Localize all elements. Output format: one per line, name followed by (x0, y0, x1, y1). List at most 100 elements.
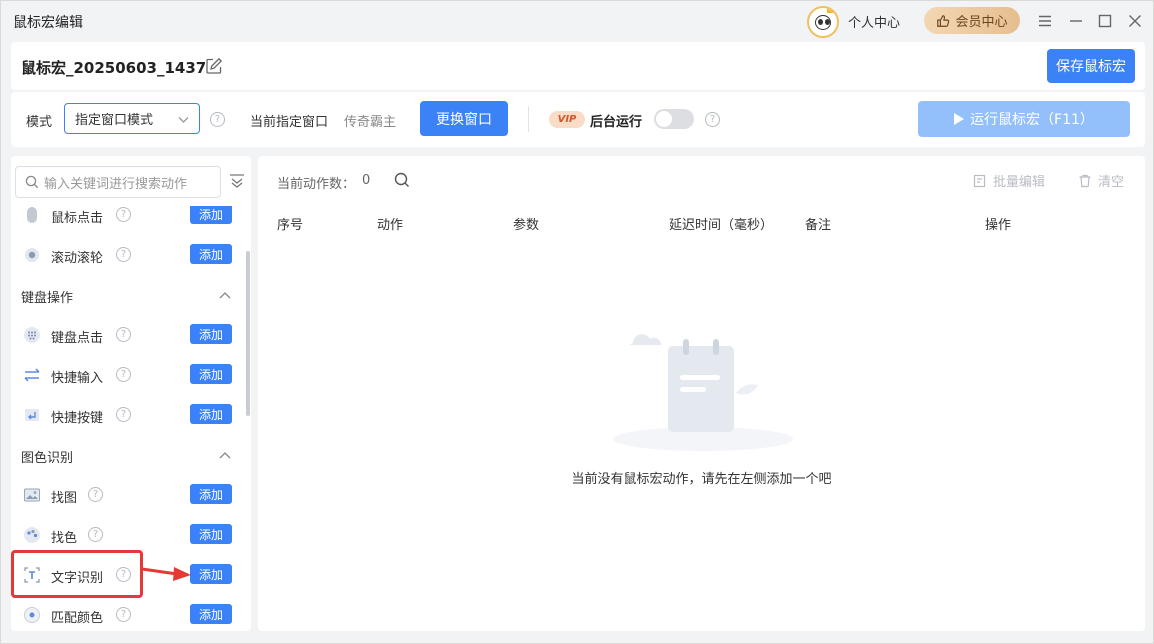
help-icon[interactable]: ? (116, 207, 131, 222)
close-button[interactable] (1125, 11, 1145, 31)
action-item-label: 找图 (51, 491, 78, 506)
mode-label: 模式 (26, 115, 53, 130)
column-header: 备注 (805, 218, 832, 233)
help-icon[interactable]: ? (116, 247, 131, 262)
trash-icon (1079, 174, 1091, 187)
vip-badge: VIP (549, 111, 585, 128)
current-window-value: 传奇霸主 (344, 115, 397, 130)
mode-bar: 模式 指定窗口模式 ? 当前指定窗口 传奇霸主 更换窗口 VIP 后台运行 ? … (11, 92, 1145, 147)
help-icon[interactable]: ? (116, 607, 131, 622)
image-icon (24, 488, 40, 502)
add-button[interactable]: 添加 (190, 244, 232, 264)
mouse-icon (27, 207, 37, 223)
add-button[interactable]: 添加 (190, 206, 232, 224)
run-macro-label: 运行鼠标宏（F11） (970, 112, 1094, 128)
maximize-icon (1098, 14, 1112, 28)
column-header: 动作 (377, 218, 404, 233)
action-item-hotkey: 快捷按键 ? 添加 (11, 395, 245, 435)
highlight-box (11, 550, 143, 598)
member-center-button[interactable]: 会员中心 (924, 7, 1020, 34)
action-item-mouse-click: 鼠标点击 ? 添加 (11, 206, 245, 235)
batch-edit-button[interactable]: 批量编辑 (973, 171, 1045, 190)
action-item-scroll-wheel: 滚动滚轮 ? 添加 (11, 235, 245, 275)
quick-input-icon (24, 368, 40, 382)
help-icon[interactable]: ? (116, 407, 131, 422)
mode-select[interactable]: 指定窗口模式 (64, 103, 200, 134)
action-search-input[interactable]: 输入关键词进行搜索动作 (15, 166, 221, 198)
action-count-label: 当前动作数： (277, 177, 356, 192)
action-item-find-image: 找图 ? 添加 (11, 475, 245, 515)
crown-icon (827, 8, 836, 13)
action-item-match-color: 匹配颜色 ? 添加 (11, 595, 245, 631)
hotkey-icon (25, 409, 39, 421)
menu-button[interactable] (1035, 11, 1055, 31)
scrollbar[interactable] (246, 251, 250, 416)
clear-label: 清空 (1098, 175, 1125, 190)
keyboard-icon (24, 327, 40, 343)
thumbs-up-icon (937, 14, 950, 27)
collapse-all-icon[interactable] (229, 173, 245, 189)
personal-center-link[interactable]: 个人中心 (848, 12, 900, 31)
action-item-find-color: 找色 ? 添加 (11, 515, 245, 555)
minimize-button[interactable] (1066, 11, 1086, 31)
macro-editor-window: 鼠标宏编辑 个人中心 会员中心 鼠标宏_20250603_1437 保存鼠标宏 … (0, 0, 1154, 644)
menu-icon (1039, 15, 1051, 27)
play-icon (954, 113, 965, 125)
change-window-button[interactable]: 更换窗口 (420, 101, 508, 136)
action-item-label: 找色 (51, 531, 78, 546)
maximize-button[interactable] (1095, 11, 1115, 31)
edit-icon[interactable] (205, 57, 223, 75)
section-image-color[interactable]: 图色识别 (11, 435, 245, 475)
window-title: 鼠标宏编辑 (13, 15, 83, 31)
column-header: 序号 (277, 218, 304, 233)
mode-help-icon[interactable]: ? (210, 112, 225, 127)
current-window-label: 当前指定窗口 (250, 115, 329, 130)
action-count-value: 0 (362, 173, 371, 188)
action-item-label: 匹配颜色 (51, 611, 104, 626)
add-button[interactable]: 添加 (190, 604, 232, 624)
help-icon[interactable]: ? (116, 327, 131, 342)
action-item-label: 鼠标点击 (51, 211, 104, 226)
background-run-help-icon[interactable]: ? (705, 112, 720, 127)
add-button[interactable]: 添加 (190, 324, 232, 344)
arrow-right-icon (141, 567, 191, 581)
palette-icon (24, 527, 40, 543)
background-run-toggle[interactable] (654, 109, 694, 129)
macro-name: 鼠标宏_20250603_1437 (21, 59, 207, 77)
add-button[interactable]: 添加 (190, 364, 232, 384)
minimize-icon (1070, 20, 1082, 22)
search-placeholder: 输入关键词进行搜索动作 (44, 176, 188, 192)
column-header: 参数 (513, 218, 540, 233)
toggle-knob (656, 111, 672, 127)
add-button[interactable]: 添加 (190, 524, 232, 544)
macro-name-bar: 鼠标宏_20250603_1437 保存鼠标宏 (11, 42, 1145, 90)
batch-edit-icon (973, 174, 986, 187)
search-icon (25, 175, 39, 189)
add-button[interactable]: 添加 (190, 404, 232, 424)
run-macro-button[interactable]: 运行鼠标宏（F11） (918, 101, 1130, 137)
empty-notepad-icon (613, 334, 793, 451)
section-keyboard[interactable]: 键盘操作 (11, 275, 245, 315)
save-macro-button[interactable]: 保存鼠标宏 (1047, 49, 1135, 83)
title-bar: 鼠标宏编辑 个人中心 会员中心 (1, 1, 1153, 41)
background-run-label: 后台运行 (590, 115, 643, 130)
action-item-label: 快捷输入 (51, 371, 104, 386)
scroll-wheel-icon (25, 248, 39, 262)
add-button[interactable]: 添加 (190, 564, 232, 584)
help-icon[interactable]: ? (88, 487, 103, 502)
column-header: 操作 (985, 218, 1012, 233)
close-icon (1129, 15, 1141, 27)
batch-edit-label: 批量编辑 (993, 175, 1046, 190)
action-item-label: 键盘点击 (51, 331, 104, 346)
help-icon[interactable]: ? (88, 527, 103, 542)
add-button[interactable]: 添加 (190, 484, 232, 504)
section-title: 键盘操作 (21, 291, 74, 306)
action-item-quick-input: 快捷输入 ? 添加 (11, 355, 245, 395)
help-icon[interactable]: ? (116, 367, 131, 382)
search-icon[interactable] (394, 172, 410, 188)
chevron-down-icon (178, 117, 189, 123)
action-item-keyboard-click: 键盘点击 ? 添加 (11, 315, 245, 355)
avatar[interactable] (807, 6, 839, 38)
clear-button[interactable]: 清空 (1078, 171, 1124, 190)
column-header: 延迟时间（毫秒） (669, 218, 774, 233)
